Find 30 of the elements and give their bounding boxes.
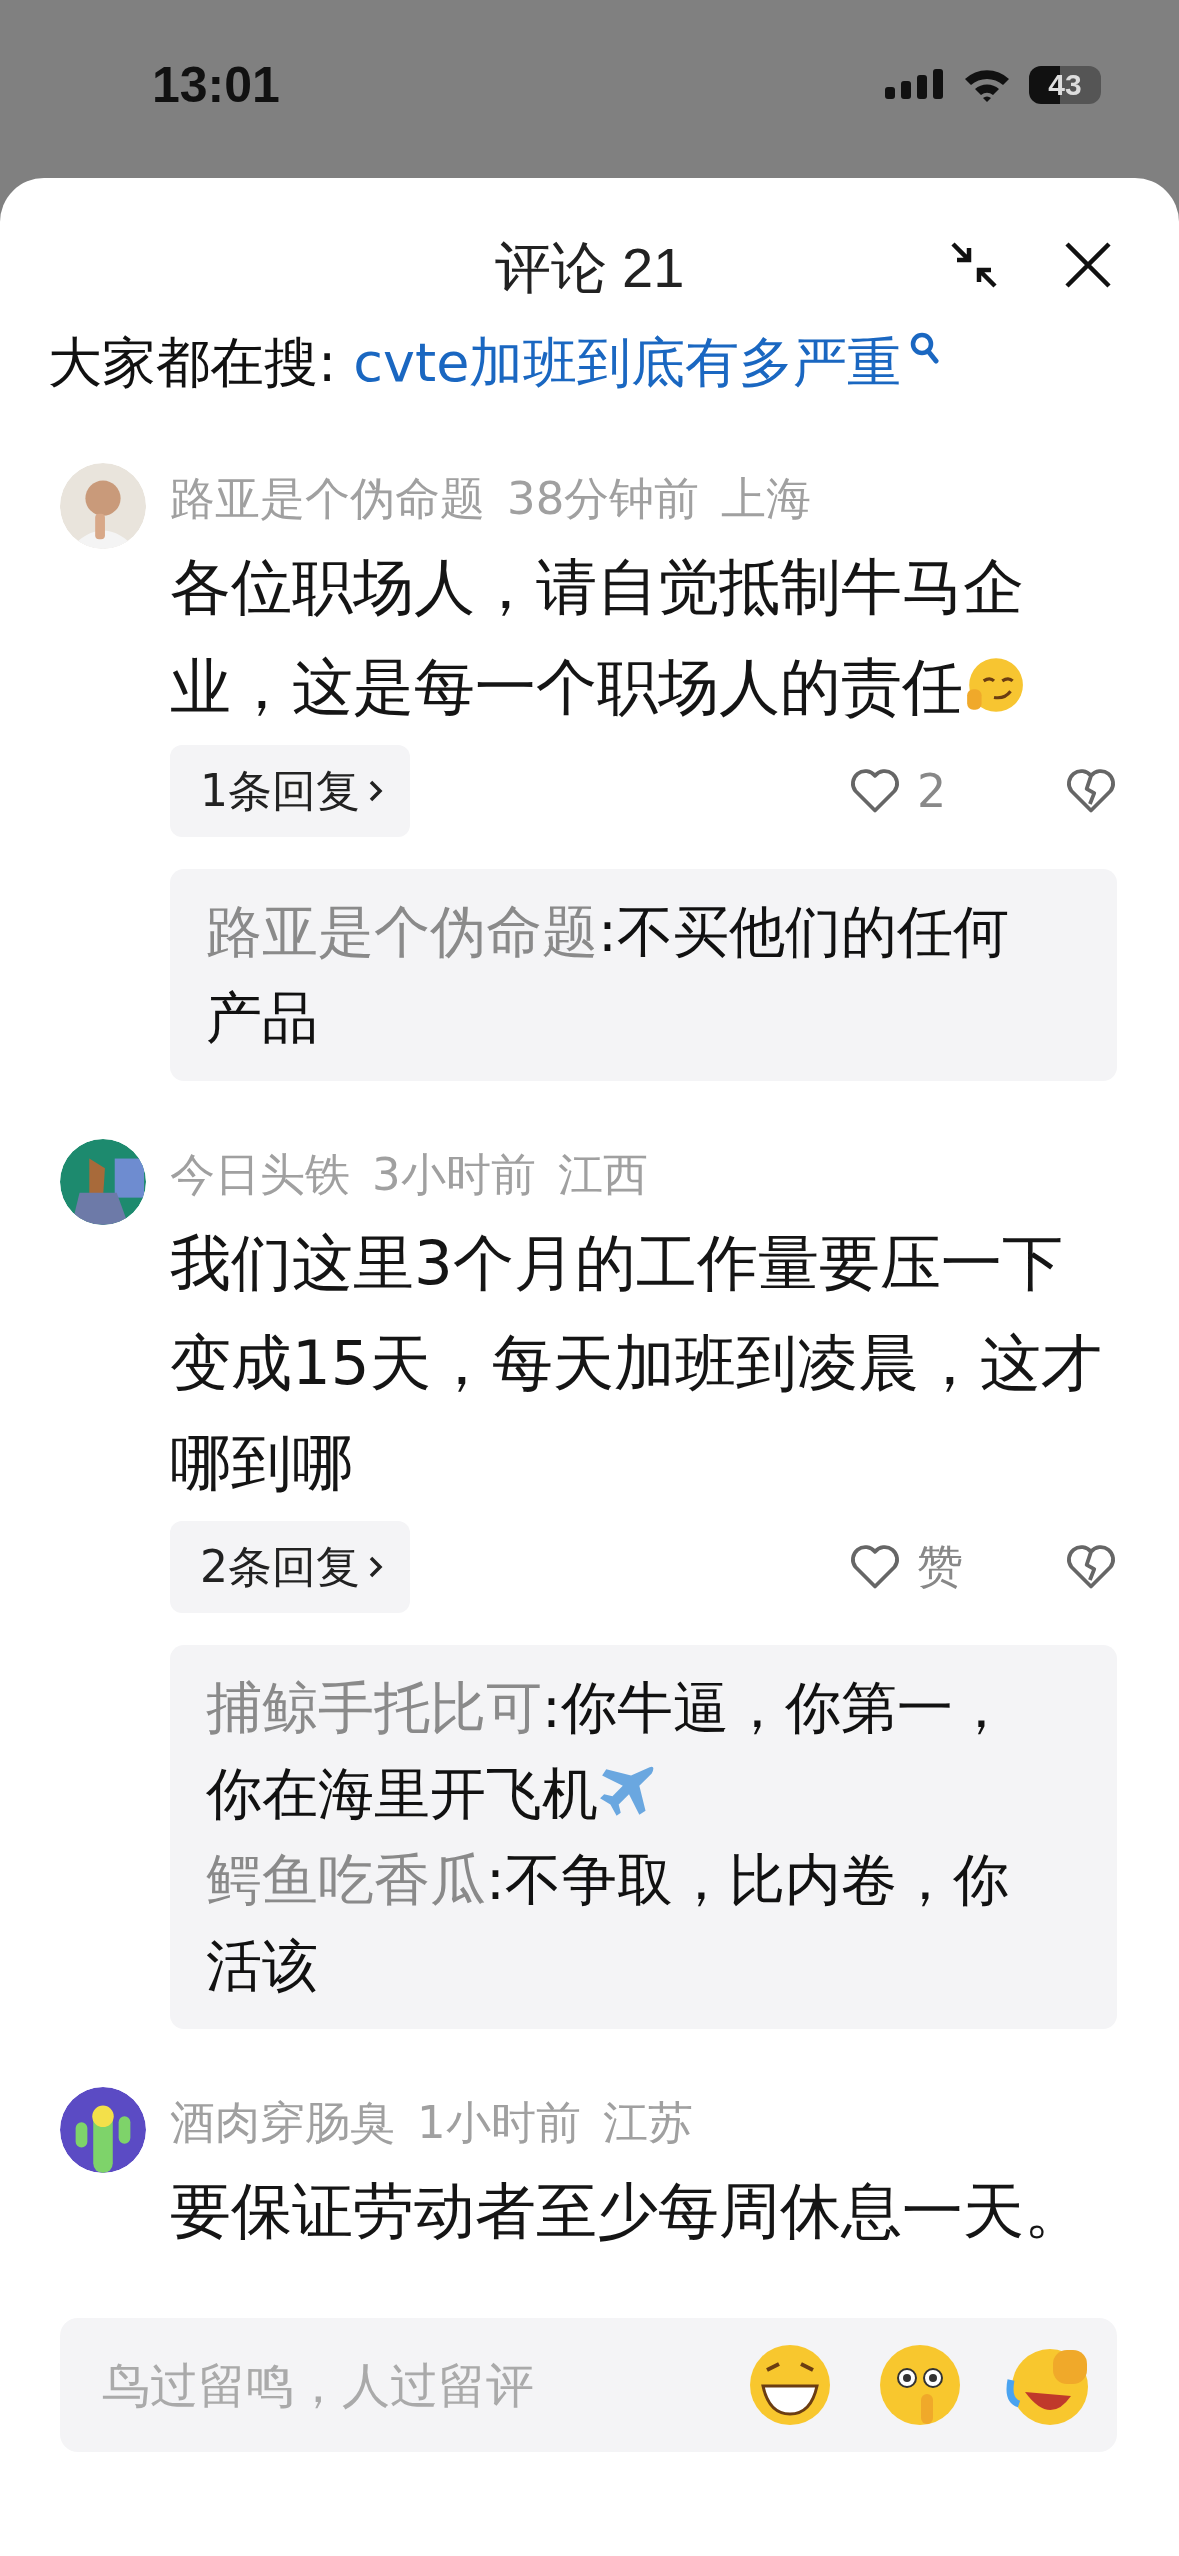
comment-time: 3小时前: [372, 1147, 536, 1203]
comment-text: 各位职场人，请自觉抵制牛马企业，这是每一个职场人的责任: [170, 550, 1026, 724]
reply-text[interactable]: 捕鲸手托比可:你牛逼，你第一，你在海里开飞机: [206, 1665, 1057, 1837]
close-icon[interactable]: [1063, 240, 1113, 290]
wifi-icon: [963, 67, 1011, 103]
comment-text: 我们这里3个月的工作量要压一下变成15天，每天加班到凌晨，这才哪到哪: [170, 1226, 1103, 1500]
like-count: 2: [917, 764, 947, 818]
collapse-icon[interactable]: [949, 240, 999, 290]
search-link[interactable]: cvte加班到底有多严重: [353, 323, 902, 403]
comment-location: 上海: [721, 471, 812, 527]
replies-button[interactable]: 1条回复: [170, 745, 410, 837]
comments-title: 评论 21: [494, 235, 685, 301]
reply-text[interactable]: 鳄鱼吃香瓜:不争取，比内卷，你活该: [206, 1837, 1057, 2009]
heart-icon[interactable]: [849, 1543, 901, 1591]
search-label: 大家都在搜:: [48, 330, 338, 396]
comment-time: 1小时前: [417, 2095, 581, 2151]
comment-time: 38分钟前: [507, 471, 700, 527]
replies-button[interactable]: 2条回复: [170, 1521, 410, 1613]
broken-heart-icon[interactable]: [1065, 767, 1117, 815]
status-time: 13:01: [152, 56, 280, 114]
comment-location: 江苏: [602, 2095, 693, 2151]
battery-icon: 43: [1029, 66, 1101, 104]
comment-location: 江西: [557, 1147, 648, 1203]
comment-text: 要保证劳动者至少每周休息一天。: [170, 2174, 1086, 2248]
reply-text[interactable]: 路亚是个伪命题:不买他们的任何产品: [206, 889, 1057, 1061]
heart-icon[interactable]: [849, 767, 901, 815]
search-icon[interactable]: [909, 331, 940, 365]
like-count: 赞: [917, 1538, 963, 1595]
broken-heart-icon[interactable]: [1065, 1543, 1117, 1591]
comment-input[interactable]: 鸟过留鸣，人过留评: [100, 2356, 705, 2414]
